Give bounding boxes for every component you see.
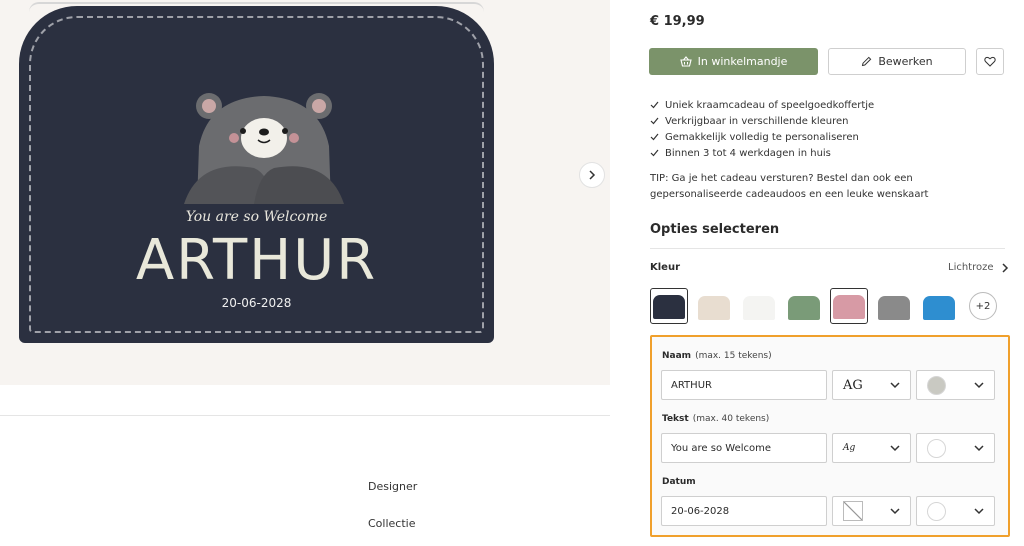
product-page: You are so Welcome ARTHUR 20-06-2028 Des… (0, 0, 1024, 546)
no-style-icon (843, 501, 863, 521)
swatch-preview (653, 295, 685, 319)
bear-illustration (184, 93, 344, 204)
datum-label: Datum (662, 477, 696, 487)
edit-label: Bewerken (878, 55, 933, 68)
naam-font-sample: AG (843, 377, 863, 393)
usp-item: Verkrijgbaar in verschillende kleuren (650, 113, 874, 129)
usp-item: Binnen 3 tot 4 werkdagen in huis (650, 145, 874, 161)
case-name-text: ARTHUR (135, 228, 378, 293)
tekst-font-select[interactable]: Ag (832, 433, 911, 463)
chevron-down-icon (974, 382, 984, 389)
color-swatch-grey[interactable] (875, 288, 913, 324)
tekst-input[interactable]: You are so Welcome (661, 433, 827, 463)
case-date-text: 20-06-2028 (221, 296, 292, 310)
tip-link-cadeaudoos[interactable]: gepersonaliseerde cadeaudoos (650, 189, 806, 200)
color-option-label: Kleur (650, 262, 681, 273)
edit-button[interactable]: Bewerken (828, 48, 966, 75)
naam-color-select[interactable] (916, 370, 995, 400)
heart-icon (984, 56, 996, 67)
footer-link-designer[interactable]: Designer (368, 480, 417, 493)
swatch-preview (743, 296, 775, 320)
usp-list: Uniek kraamcadeau of speelgoedkoffertje … (650, 97, 874, 161)
swatch-preview (878, 296, 910, 320)
swatch-preview (788, 296, 820, 320)
naam-hint: (max. 15 tekens) (695, 351, 772, 361)
swatch-preview (698, 296, 730, 320)
datum-color-dot (927, 501, 946, 521)
check-icon (650, 117, 659, 125)
swatch-preview (833, 295, 865, 319)
tekst-hint: (max. 40 tekens) (692, 414, 770, 424)
product-image-suitcase: You are so Welcome ARTHUR 20-06-2028 (19, 2, 494, 343)
tekst-color-dot (927, 438, 946, 458)
personalisation-panel: Naam (max. 15 tekens) ARTHUR AG Tekst (max… (650, 335, 1010, 537)
favorite-button[interactable] (976, 48, 1004, 75)
case-tagline-text: You are so Welcome (185, 209, 328, 225)
tekst-font-sample: Ag (843, 443, 856, 453)
check-icon (650, 133, 659, 141)
color-swatch-blue[interactable] (920, 288, 958, 324)
color-swatch-green[interactable] (785, 288, 823, 324)
tip-text: TIP: Ga je het cadeau versturen? Bestel … (650, 171, 990, 203)
case-rim (29, 2, 484, 12)
footer-link-collectie[interactable]: Collectie (368, 517, 415, 530)
usp-text: Binnen 3 tot 4 werkdagen in huis (665, 147, 831, 159)
section-divider (0, 415, 610, 416)
naam-font-select[interactable]: AG (832, 370, 911, 400)
usp-text: Gemakkelijk volledig te personaliseren (665, 131, 859, 143)
usp-item: Uniek kraamcadeau of speelgoedkoffertje (650, 97, 874, 113)
tip-text-part: TIP: Ga je het cadeau versturen? Bestel … (650, 173, 913, 184)
datum-input[interactable]: 20-06-2028 (661, 496, 827, 526)
color-swatch-navy[interactable] (650, 288, 688, 324)
naam-label-text: Naam (662, 351, 692, 361)
add-to-cart-label: In winkelmandje (697, 55, 788, 68)
options-divider (650, 248, 1005, 249)
usp-text: Uniek kraamcadeau of speelgoedkoffertje (665, 99, 875, 111)
usp-text: Verkrijgbaar in verschillende kleuren (665, 115, 849, 127)
naam-label: Naam (max. 15 tekens) (662, 351, 772, 361)
color-option-value[interactable]: Lichtroze (948, 262, 1010, 273)
product-gallery: You are so Welcome ARTHUR 20-06-2028 (0, 0, 610, 385)
swatch-preview (923, 296, 955, 320)
chevron-right-icon (1002, 262, 1008, 273)
add-to-cart-button[interactable]: In winkelmandje (649, 48, 818, 75)
datum-label-text: Datum (662, 477, 696, 487)
gallery-next-button[interactable] (579, 162, 605, 188)
chevron-down-icon (974, 508, 984, 515)
datum-format-select[interactable] (832, 496, 911, 526)
tip-text-part: en een (805, 189, 847, 200)
color-swatch-light-pink[interactable] (830, 288, 868, 324)
product-price: € 19,99 (650, 14, 705, 29)
chevron-down-icon (890, 445, 900, 452)
naam-input[interactable]: ARTHUR (661, 370, 827, 400)
options-title: Opties selecteren (650, 222, 780, 237)
tip-link-wenskaart[interactable]: leuke wenskaart (847, 189, 929, 200)
naam-color-dot (927, 375, 946, 395)
datum-color-select[interactable] (916, 496, 995, 526)
check-icon (650, 149, 659, 157)
selected-color-name: Lichtroze (948, 262, 994, 273)
chevron-right-icon (589, 170, 596, 180)
pencil-icon (862, 56, 872, 67)
basket-icon (679, 56, 692, 67)
color-swatch-beige[interactable] (695, 288, 733, 324)
chevron-down-icon (890, 508, 900, 515)
tekst-label-text: Tekst (662, 414, 689, 424)
chevron-down-icon (890, 382, 900, 389)
chevron-down-icon (974, 445, 984, 452)
usp-item: Gemakkelijk volledig te personaliseren (650, 129, 874, 145)
tekst-color-select[interactable] (916, 433, 995, 463)
tekst-label: Tekst (max. 40 tekens) (662, 414, 769, 424)
check-icon (650, 101, 659, 109)
more-colors-button[interactable]: +2 (969, 292, 997, 320)
color-swatch-white[interactable] (740, 288, 778, 324)
